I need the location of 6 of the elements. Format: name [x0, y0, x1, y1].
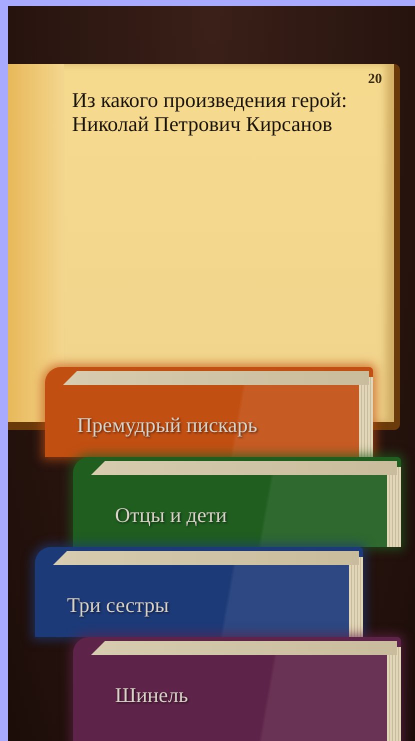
answer-book-button[interactable]: Три сестры	[35, 547, 363, 637]
answer-book-button[interactable]: Шинель	[73, 637, 401, 741]
hero-name: Николай Петрович Кирсанов	[72, 112, 334, 136]
question-text: Из какого произведения герой:	[72, 88, 348, 112]
answer-book-button[interactable]: Отцы и дети	[73, 457, 401, 547]
page-number: 20	[368, 72, 382, 88]
